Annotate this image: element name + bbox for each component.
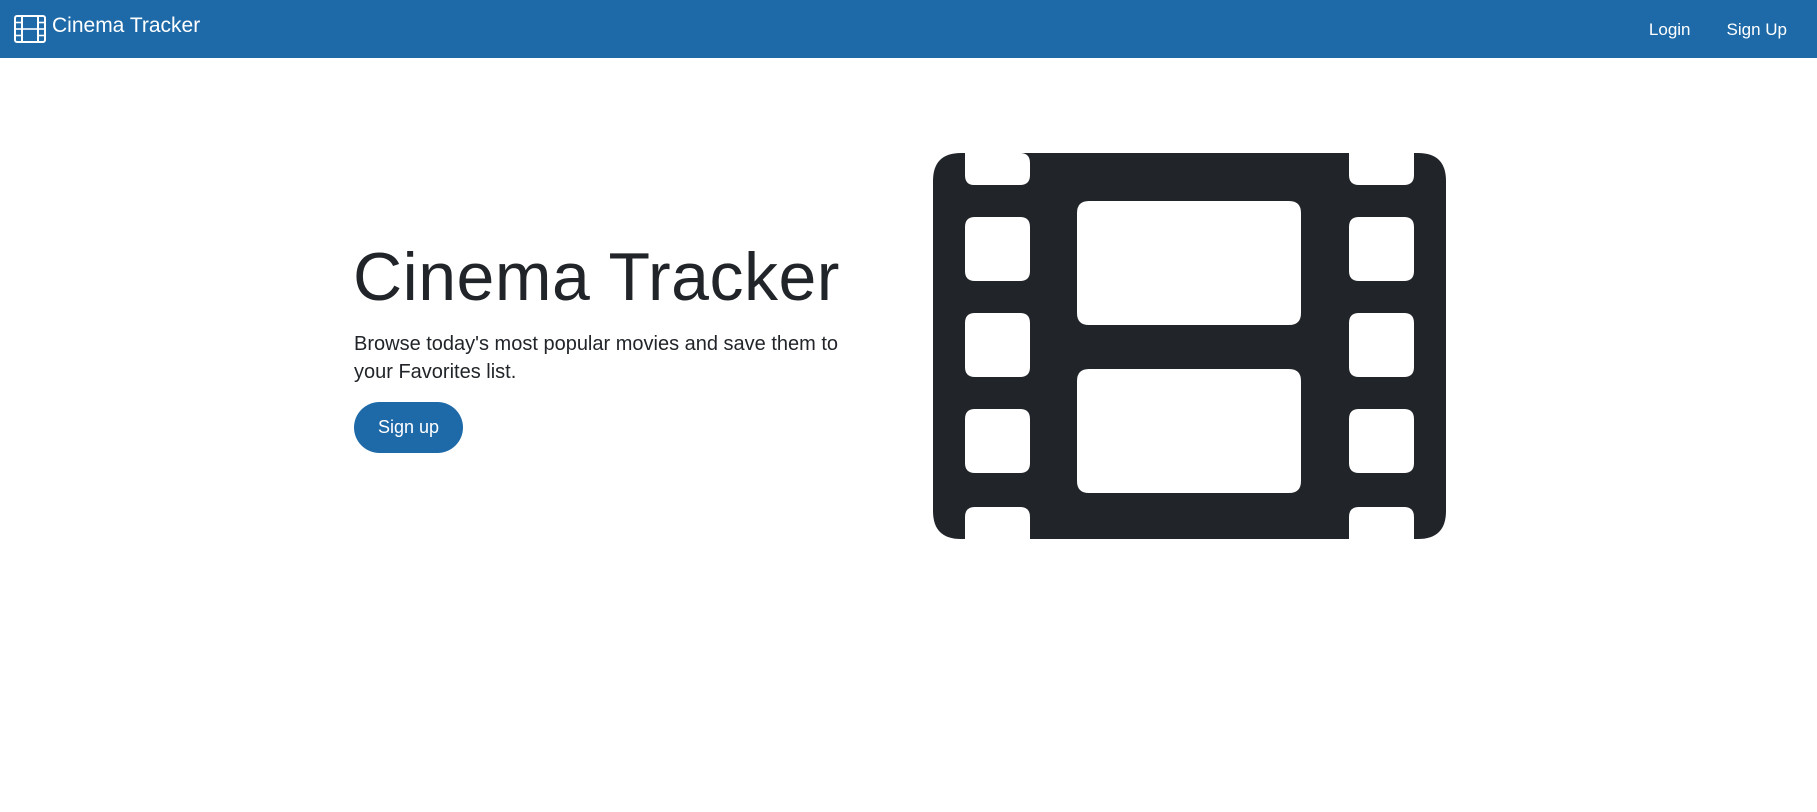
nav-links: Login Sign Up bbox=[1649, 0, 1787, 58]
navbar: Cinema Tracker Login Sign Up bbox=[0, 0, 1817, 58]
login-link[interactable]: Login bbox=[1649, 20, 1691, 40]
brand-name: Cinema Tracker bbox=[52, 14, 201, 37]
brand-link[interactable]: Cinema Tracker bbox=[14, 0, 200, 58]
signup-link[interactable]: Sign Up bbox=[1727, 20, 1787, 40]
signup-button[interactable]: Sign up bbox=[354, 402, 463, 453]
hero-title: Cinema Tracker bbox=[353, 239, 840, 315]
film-icon bbox=[14, 15, 46, 43]
hero-lead: Browse today's most popular movies and s… bbox=[354, 333, 839, 383]
film-illustration bbox=[933, 153, 1446, 539]
film-icon bbox=[933, 153, 1446, 539]
